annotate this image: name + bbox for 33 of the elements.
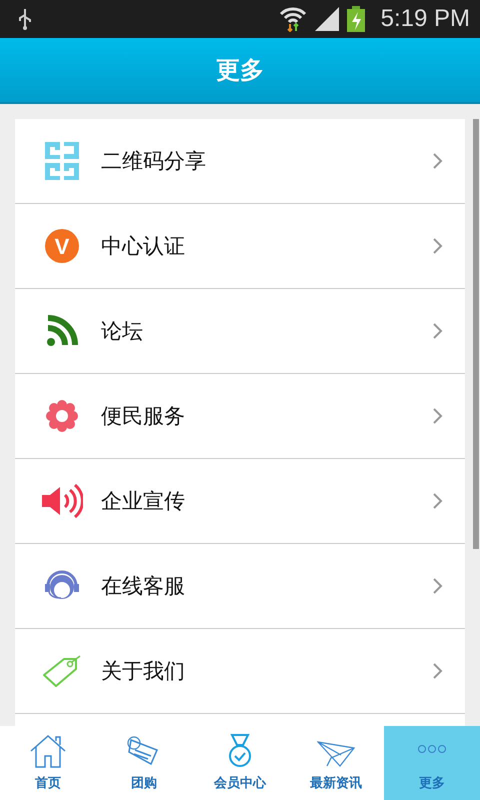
menu-item[interactable]: 论坛 [15,289,465,374]
menu-item[interactable]: 企业宣传 [15,459,465,544]
chevron-icon [433,493,443,509]
headset-icon [44,570,80,602]
more-icon [417,744,447,754]
chevron-icon [433,323,443,339]
clock: 5:19 PM [380,5,470,33]
menu-item[interactable]: 便民服务 [15,374,465,459]
nav-tab[interactable]: 首页 [0,726,96,800]
battery-icon [346,6,365,32]
menu-item[interactable]: 关于我们 [15,629,465,714]
chevron-icon [433,238,443,254]
chevron-icon [433,663,443,679]
signal-icon [314,7,339,31]
verified-badge-icon: V [44,228,80,264]
nav-tab[interactable]: 会员中心 [192,726,288,800]
rss-icon [46,315,78,347]
home-icon [29,734,67,768]
nav-tab[interactable]: 最新资讯 [288,726,384,800]
menu-item[interactable]: V 中心认证 [15,204,465,289]
chevron-icon [433,408,443,424]
menu-item[interactable]: 二维码分享 [15,119,465,204]
usb-icon [18,7,32,31]
page-title: 更多 [216,55,264,86]
wifi-icon [278,6,307,32]
flower-icon [46,400,78,432]
chevron-icon [433,578,443,594]
pattern-icon [44,141,80,181]
chevron-icon [433,153,443,169]
scrollbar[interactable] [473,119,479,549]
menu-item[interactable]: 在线客服 [15,544,465,629]
nav-tab[interactable]: 团购 [96,726,192,800]
tag-icon [42,654,82,688]
